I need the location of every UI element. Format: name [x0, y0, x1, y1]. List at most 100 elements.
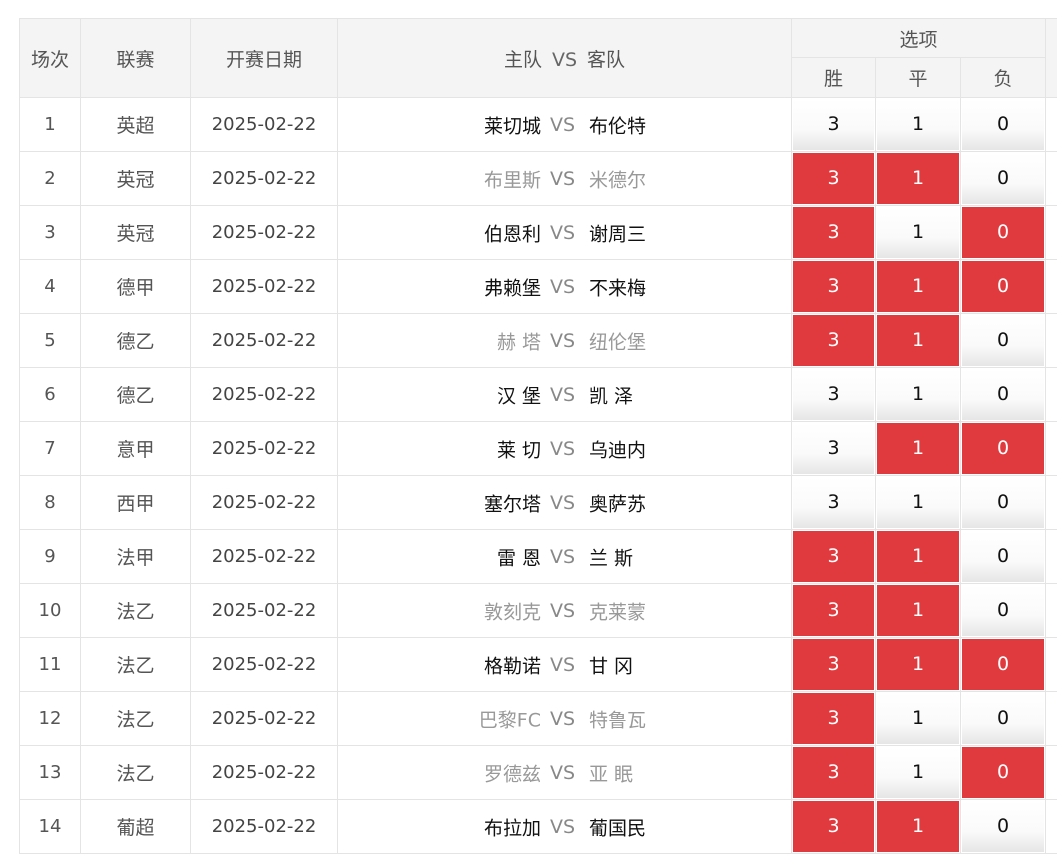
away-team: 奥萨苏: [589, 493, 647, 515]
header-edge: [1045, 18, 1057, 98]
round-number: 5: [19, 313, 81, 368]
option-lose-button[interactable]: 0: [962, 207, 1045, 258]
option-lose-cell: 0: [959, 259, 1047, 314]
row-edge: [1045, 97, 1057, 152]
option-draw-cell: 1: [875, 97, 961, 152]
match-row: 5 德乙 2025-02-22 赫 塔 VS 纽伦堡 3 1 0: [19, 313, 1057, 368]
match-date: 2025-02-22: [190, 799, 338, 854]
option-draw-button[interactable]: 1: [877, 639, 959, 690]
option-draw-button[interactable]: 1: [877, 477, 959, 528]
header-win: 胜: [791, 57, 876, 98]
option-draw-button[interactable]: 1: [877, 207, 959, 258]
option-lose-button[interactable]: 0: [962, 693, 1045, 744]
round-number: 6: [19, 367, 81, 422]
option-win-button[interactable]: 3: [793, 747, 874, 798]
option-lose-button[interactable]: 0: [962, 315, 1045, 366]
option-win-button[interactable]: 3: [793, 153, 874, 204]
header-home: 主队: [503, 48, 542, 71]
option-draw-cell: 1: [875, 367, 961, 422]
option-win-button[interactable]: 3: [793, 207, 874, 258]
option-lose-button[interactable]: 0: [962, 477, 1045, 528]
option-win-button[interactable]: 3: [793, 693, 874, 744]
vs-label: VS: [550, 329, 576, 352]
option-win-button[interactable]: 3: [793, 315, 874, 366]
vs-label: VS: [550, 761, 576, 784]
option-lose-cell: 0: [959, 151, 1047, 206]
match-date: 2025-02-22: [190, 97, 338, 152]
option-draw-cell: 1: [875, 529, 961, 584]
option-win-button[interactable]: 3: [793, 477, 874, 528]
teams-cell: 伯恩利 VS 谢周三: [337, 205, 792, 260]
teams-cell: 布拉加 VS 葡国民: [337, 799, 792, 854]
option-draw-button[interactable]: 1: [877, 423, 959, 474]
match-row: 6 德乙 2025-02-22 汉 堡 VS 凯 泽 310: [19, 367, 1057, 422]
option-draw-button[interactable]: 1: [877, 369, 959, 420]
league-name: 德乙: [80, 367, 191, 422]
round-number: 7: [19, 421, 81, 476]
option-draw-cell: 1: [875, 583, 961, 638]
option-win-button[interactable]: 3: [793, 369, 874, 420]
option-win-button[interactable]: 3: [793, 801, 874, 852]
round-number: 10: [19, 583, 81, 638]
option-draw-button[interactable]: 1: [877, 315, 959, 366]
option-win-button[interactable]: 3: [793, 261, 874, 312]
header-teams: 主队 VS 客队: [337, 18, 792, 98]
option-win-cell: 3: [791, 151, 876, 206]
option-win-button[interactable]: 3: [793, 99, 874, 150]
option-draw-button[interactable]: 1: [877, 801, 959, 852]
option-win-button[interactable]: 3: [793, 531, 874, 582]
vs-label: VS: [550, 491, 576, 514]
option-lose-button[interactable]: 0: [962, 423, 1045, 474]
home-team: 雷 恩: [496, 547, 541, 569]
header-draw: 平: [875, 57, 961, 98]
option-win-cell: 3: [791, 421, 876, 476]
home-team: 敦刻克: [483, 601, 541, 623]
option-draw-button[interactable]: 1: [877, 531, 959, 582]
option-lose-button[interactable]: 0: [962, 639, 1045, 690]
option-win-cell: 3: [791, 259, 876, 314]
vs-label: VS: [550, 113, 576, 136]
option-draw-button[interactable]: 1: [877, 747, 959, 798]
round-number: 12: [19, 691, 81, 746]
option-win-cell: 3: [791, 691, 876, 746]
option-draw-button[interactable]: 1: [877, 153, 959, 204]
option-win-cell: 3: [791, 205, 876, 260]
option-lose-cell: 0: [959, 421, 1047, 476]
option-lose-button[interactable]: 0: [962, 585, 1045, 636]
match-table-container: 场次 联赛 开赛日期 主队 VS 客队 选项 胜 平 负 1 英超 2025-02-22…: [19, 18, 1057, 854]
option-draw-button[interactable]: 1: [877, 261, 959, 312]
option-lose-button[interactable]: 0: [962, 801, 1045, 852]
match-row: 9 法甲 2025-02-22 雷 恩 VS 兰 斯 310: [19, 529, 1057, 584]
option-lose-button[interactable]: 0: [962, 531, 1045, 582]
option-win-cell: 3: [791, 529, 876, 584]
option-lose-button[interactable]: 0: [962, 99, 1045, 150]
option-lose-button[interactable]: 0: [962, 153, 1045, 204]
match-date: 2025-02-22: [190, 151, 338, 206]
option-draw-button[interactable]: 1: [877, 99, 959, 150]
row-edge: [1045, 583, 1057, 638]
option-lose-button[interactable]: 0: [962, 369, 1045, 420]
option-draw-cell: 1: [875, 151, 961, 206]
home-team: 格勒诺: [483, 655, 541, 677]
option-win-button[interactable]: 3: [793, 423, 874, 474]
option-win-button[interactable]: 3: [793, 585, 874, 636]
match-date: 2025-02-22: [190, 583, 338, 638]
round-number: 3: [19, 205, 81, 260]
option-lose-cell: 0: [959, 313, 1047, 368]
match-date: 2025-02-22: [190, 313, 338, 368]
option-draw-button[interactable]: 1: [877, 585, 959, 636]
match-date: 2025-02-22: [190, 637, 338, 692]
vs-label: VS: [550, 437, 576, 460]
home-team: 布拉加: [483, 817, 541, 839]
header-away: 客队: [587, 48, 626, 71]
teams-cell: 敦刻克 VS 克莱蒙: [337, 583, 792, 638]
teams-cell: 布里斯 VS 米德尔: [337, 151, 792, 206]
option-lose-button[interactable]: 0: [962, 747, 1045, 798]
home-team: 塞尔塔: [483, 493, 541, 515]
option-draw-button[interactable]: 1: [877, 693, 959, 744]
vs-label: VS: [550, 167, 576, 190]
option-win-button[interactable]: 3: [793, 639, 874, 690]
option-lose-cell: 0: [959, 475, 1047, 530]
option-lose-cell: 0: [959, 637, 1047, 692]
option-lose-button[interactable]: 0: [962, 261, 1045, 312]
